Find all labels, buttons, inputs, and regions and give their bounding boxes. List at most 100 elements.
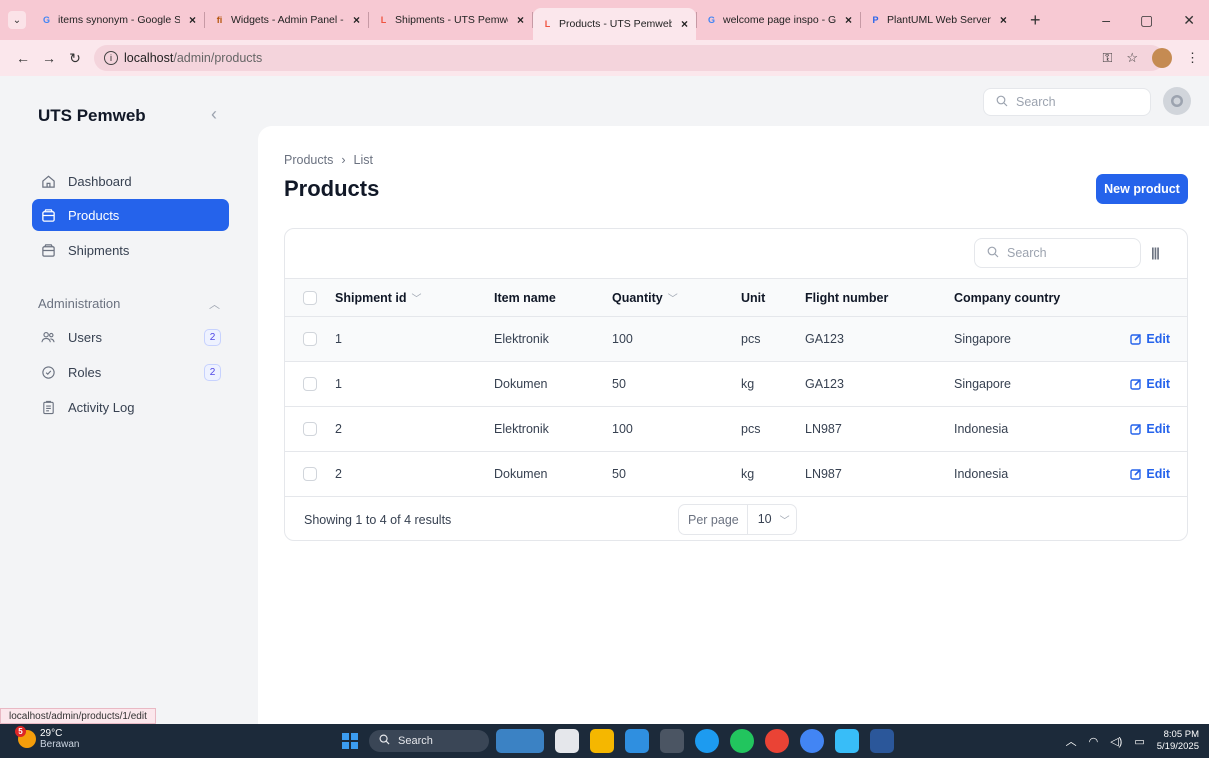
global-search-input[interactable]: Search: [983, 88, 1151, 116]
sidebar-item-shipments[interactable]: Shipments: [32, 234, 229, 266]
word-icon[interactable]: [870, 729, 894, 753]
results-summary: Showing 1 to 4 of 4 results: [304, 512, 452, 527]
volume-icon[interactable]: ◁): [1110, 735, 1122, 748]
vscode-icon[interactable]: [625, 729, 649, 753]
status-url-tooltip: localhost/admin/products/1/edit: [0, 708, 156, 724]
table-row[interactable]: 2 Elektronik 100 pcs LN987 Indonesia Edit: [285, 407, 1187, 452]
new-product-button[interactable]: New product: [1096, 174, 1188, 204]
edit-icon: [1130, 468, 1142, 480]
minimize-icon[interactable]: –: [1102, 12, 1110, 28]
new-tab-icon[interactable]: +: [1030, 10, 1041, 31]
products-table: Search ||| Shipment id ﹀ Item name Quanti…: [284, 228, 1188, 541]
file-explorer-icon[interactable]: [590, 729, 614, 753]
sidebar-item-roles[interactable]: Roles 2: [32, 356, 229, 388]
users-icon: [40, 329, 56, 345]
user-avatar[interactable]: [1163, 87, 1191, 115]
row-checkbox[interactable]: [303, 467, 317, 481]
url-input[interactable]: i localhost/admin/products: [94, 45, 1164, 71]
taskbar-apps: [496, 729, 894, 753]
browser-tab[interactable]: L Products - UTS Pemweb ×: [533, 8, 696, 40]
sort-chevron-icon: ﹀: [667, 294, 678, 305]
close-tab-icon[interactable]: ×: [1000, 13, 1007, 27]
wifi-icon[interactable]: ◠: [1089, 735, 1099, 748]
close-window-icon[interactable]: ✕: [1183, 12, 1195, 29]
weather-widget[interactable]: 5 29°C Berawan: [15, 726, 79, 750]
collapse-sidebar-icon[interactable]: ‹: [211, 104, 217, 125]
bookmark-star-icon[interactable]: ☆: [1126, 50, 1138, 66]
row-checkbox[interactable]: [303, 422, 317, 436]
tab-favicon-icon: L: [380, 15, 387, 25]
browser-tab[interactable]: Gitems synonym - Google S ×: [32, 6, 204, 34]
sidebar-item-activity-log[interactable]: Activity Log: [32, 391, 229, 423]
sidebar-group-administration[interactable]: Administration: [38, 296, 120, 311]
cell-item-name: Dokumen: [494, 467, 548, 481]
sidebar-item-products[interactable]: Products: [32, 199, 229, 231]
chevron-down-icon: ﹀: [779, 516, 790, 527]
close-tab-icon[interactable]: ×: [189, 13, 196, 27]
cell-item-name: Dokumen: [494, 377, 548, 391]
windows-start-icon[interactable]: [342, 733, 358, 749]
chrome-icon[interactable]: [765, 729, 789, 753]
profile-icon[interactable]: [1152, 48, 1172, 68]
row-checkbox[interactable]: [303, 332, 317, 346]
close-tab-icon[interactable]: ×: [353, 13, 360, 27]
taskbar-search-label: Search: [398, 735, 433, 747]
edit-button[interactable]: Edit: [1130, 317, 1170, 361]
browser-menu-icon[interactable]: ⋮: [1186, 50, 1199, 66]
search-placeholder: Search: [1016, 95, 1056, 109]
back-icon[interactable]: ←: [10, 50, 36, 66]
whatsapp-icon[interactable]: [730, 729, 754, 753]
cell-shipment-id: 1: [335, 377, 342, 391]
clock[interactable]: 8:05 PM 5/19/2025: [1157, 729, 1199, 753]
tab-search-icon[interactable]: ⌄: [8, 11, 26, 29]
taskbar-search[interactable]: Search: [369, 730, 489, 752]
table-search-input[interactable]: Search: [974, 238, 1141, 268]
breadcrumb-products[interactable]: Products: [284, 153, 333, 167]
close-tab-icon[interactable]: ×: [681, 17, 688, 31]
browser-tab[interactable]: L Shipments - UTS Pemweb ×: [369, 6, 532, 34]
edit-button[interactable]: Edit: [1130, 407, 1170, 451]
columns-toggle-icon[interactable]: |||: [1151, 245, 1160, 260]
sidebar-item-label: Roles: [68, 364, 102, 380]
close-tab-icon[interactable]: ×: [517, 13, 524, 27]
cell-quantity: 50: [612, 467, 626, 481]
sidebar-item-dashboard[interactable]: Dashboard: [32, 165, 229, 197]
chrome-profile-icon[interactable]: [800, 729, 824, 753]
edit-button[interactable]: Edit: [1130, 362, 1170, 406]
table-row[interactable]: 1 Dokumen 50 kg GA123 Singapore Edit: [285, 362, 1187, 407]
battery-icon[interactable]: ▭: [1134, 735, 1144, 748]
row-checkbox[interactable]: [303, 377, 317, 391]
browser-tab-bar: ⌄ Gitems synonym - Google S × fi Widgets - …: [0, 0, 1209, 40]
cell-flight-number: LN987: [805, 422, 842, 436]
photos-icon[interactable]: [835, 729, 859, 753]
select-all-checkbox[interactable]: [303, 290, 317, 305]
tray-overflow-icon[interactable]: ︿: [1066, 733, 1077, 749]
landscape-widget-icon[interactable]: [496, 729, 544, 753]
reload-icon[interactable]: ↻: [62, 50, 88, 67]
tab-favicon-icon: G: [707, 15, 715, 25]
browser-tab[interactable]: Gwelcome page inspo - Goo ×: [697, 6, 860, 34]
forward-icon[interactable]: →: [36, 50, 62, 66]
cell-item-name: Elektronik: [494, 332, 549, 346]
edge-icon[interactable]: [695, 729, 719, 753]
sidebar-item-users[interactable]: Users 2: [32, 321, 229, 353]
per-page-select[interactable]: Per page 10 ﹀: [678, 504, 797, 535]
cell-company-country: Singapore: [954, 377, 1011, 391]
url-host: localhost: [124, 51, 174, 65]
browser-tab[interactable]: fi Widgets - Admin Panel - F ×: [205, 6, 368, 34]
terminal-icon[interactable]: [660, 729, 684, 753]
table-row[interactable]: 2 Dokumen 50 kg LN987 Indonesia Edit: [285, 452, 1187, 497]
browser-tab[interactable]: P PlantUML Web Server ×: [861, 6, 1024, 34]
tab-favicon-icon: L: [544, 19, 551, 29]
restore-icon[interactable]: ▢: [1140, 12, 1153, 29]
chevron-up-icon[interactable]: ︿: [209, 296, 220, 312]
table-row[interactable]: 1 Elektronik 100 pcs GA123 Singapore Edit: [285, 317, 1187, 362]
task-view-icon[interactable]: [555, 729, 579, 753]
column-header-quantity[interactable]: Quantity ﹀: [612, 279, 678, 316]
password-key-icon[interactable]: ⚿: [1102, 50, 1112, 66]
search-icon: [987, 246, 999, 261]
edit-button[interactable]: Edit: [1130, 452, 1170, 496]
column-header-shipment-id[interactable]: Shipment id ﹀: [335, 279, 422, 316]
close-tab-icon[interactable]: ×: [845, 13, 852, 27]
site-info-icon[interactable]: i: [104, 51, 118, 65]
